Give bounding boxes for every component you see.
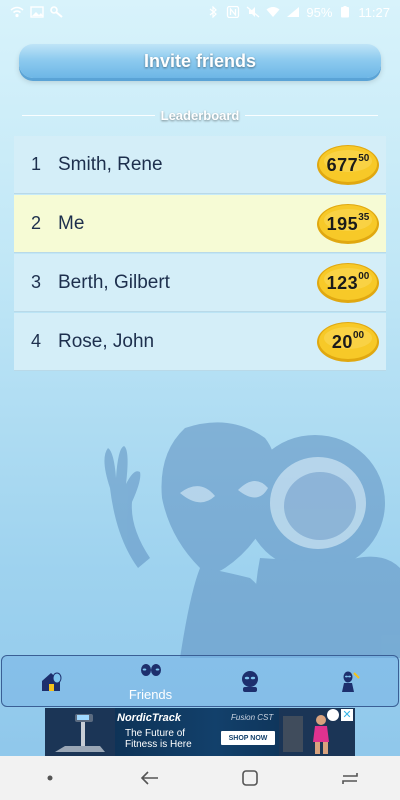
recents-icon [342,773,358,784]
dot-icon [47,775,53,781]
leaderboard-list: 1 Smith, Rene 677 50 2 Me 195 35 3 Berth, … [14,136,386,372]
score-fraction: 50 [358,153,370,164]
mute-icon [246,6,260,18]
ad-banner[interactable]: NordicTrack Fusion CST The Future of Fit… [45,708,355,756]
recents-button[interactable] [330,762,370,794]
row-rank: 3 [30,272,41,292]
nav-item-home[interactable] [2,656,101,706]
leaderboard-divider: Leaderboard [22,107,378,123]
settings-alien-icon [341,671,360,692]
leaderboard-title: Leaderboard [160,107,240,123]
leaderboard-row[interactable]: 3 Berth, Gilbert 123 00 [14,254,386,312]
divider-line-left [22,114,155,116]
row-rank: 2 [30,213,41,233]
clock: 11:27 [358,4,390,20]
ad-brand: NordicTrack [117,712,181,724]
score-fraction: 00 [352,330,365,341]
row-rank: 4 [30,331,41,351]
invite-friends-label: Invite friends [143,50,257,71]
battery-icon [338,6,352,18]
score-coin: 20 00 [316,321,380,363]
score-coin: 123 00 [316,262,380,304]
score-coin: 195 35 [316,203,380,245]
alien-astronaut-illustration [104,422,400,658]
ad-cta-label: SHOP NOW [228,734,268,742]
divider-line-right [245,114,378,116]
back-button[interactable] [130,762,170,794]
row-score: 20 00 [316,321,380,363]
score-fraction: 35 [358,212,370,223]
invite-friends-button[interactable]: Invite friends [19,44,381,78]
friends-alien-icon [140,663,161,676]
leaderboard-row-me[interactable]: 2 Me 195 35 [14,195,386,253]
row-score: 123 00 [316,262,380,304]
nav-dot-button[interactable] [30,762,70,794]
score-main: 195 [326,213,359,234]
score-main: 677 [326,154,359,175]
image-icon [30,6,44,18]
nav-item-friends[interactable]: Friends [101,656,200,706]
status-right: 95% 11:27 [206,5,390,20]
signal-icon [286,6,300,18]
home-alien-icon [41,672,61,691]
home-button[interactable] [230,762,270,794]
row-rank: 1 [30,154,41,174]
status-bar: 95% 11:27 [0,0,400,24]
wifi-call-icon [10,6,24,18]
nfc-icon [226,6,240,18]
back-arrow-icon [140,771,158,785]
ad-info-icon[interactable] [327,709,339,721]
wrench-icon [50,6,64,18]
nav-item-profile[interactable] [200,656,299,706]
leaderboard-row[interactable]: 4 Rose, John 20 00 [14,313,386,371]
profile-alien-icon [241,671,258,692]
row-score: 677 50 [316,144,380,186]
home-square-icon [242,770,258,786]
battery-level: 95% [306,4,333,20]
wifi-icon [266,6,280,18]
ad-shop-now-button[interactable]: SHOP NOW [221,731,275,745]
nav-label-friends: Friends [128,686,173,702]
treadmill-image [45,708,115,756]
status-left [10,6,64,18]
score-fraction: 00 [358,271,370,282]
row-score: 195 35 [316,203,380,245]
nav-item-settings[interactable] [299,656,398,706]
bluetooth-icon [206,6,220,18]
score-main: 123 [326,272,359,293]
system-nav-bar [0,756,400,800]
ad-close-icon[interactable]: ✕ [341,709,353,721]
score-main: 20 [331,331,353,352]
ad-model: Fusion CST [231,713,274,722]
score-coin: 677 50 [316,144,380,186]
leaderboard-row[interactable]: 1 Smith, Rene 677 50 [14,136,386,194]
bottom-nav: Friends [1,655,399,707]
ad-tagline: The Future of Fitness is Here [125,728,192,750]
